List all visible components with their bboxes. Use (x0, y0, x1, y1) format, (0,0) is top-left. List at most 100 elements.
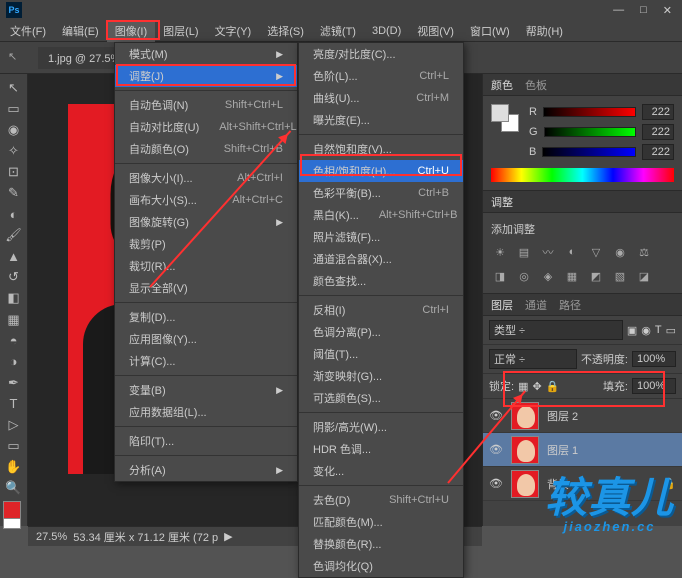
eyedropper-tool[interactable]: ✎ (3, 183, 25, 202)
menu-auto-tone[interactable]: 自动色调(N)Shift+Ctrl+L (115, 94, 297, 116)
adj-bw-icon[interactable]: ◨ (491, 267, 509, 285)
menu-image[interactable]: 图像(I) (107, 20, 155, 42)
layer-filter-type[interactable]: 类型 ÷ (489, 320, 623, 340)
tool-preset-icon[interactable]: ↖ (8, 50, 24, 66)
marquee-tool[interactable]: ▭ (3, 99, 25, 118)
dodge-tool[interactable]: ◑ (3, 352, 25, 371)
layer-row[interactable]: 👁 图层 1 (483, 433, 682, 467)
menu-window[interactable]: 窗口(W) (462, 20, 518, 42)
lock-all-icon[interactable]: 🔒 (546, 380, 560, 393)
menu-match-color[interactable]: 匹配颜色(M)... (299, 511, 463, 533)
g-slider[interactable] (544, 127, 636, 137)
zoom-tool[interactable]: 🔍 (3, 479, 25, 498)
menu-levels[interactable]: 色阶(L)...Ctrl+L (299, 65, 463, 87)
adj-curves-icon[interactable]: 〰 (539, 243, 557, 261)
adj-invert-icon[interactable]: ◩ (587, 267, 605, 285)
b-value[interactable]: 222 (642, 144, 674, 160)
pen-tool[interactable]: ✒ (3, 373, 25, 392)
menu-shadows-highlights[interactable]: 阴影/高光(W)... (299, 416, 463, 438)
menu-gradient-map[interactable]: 渐变映射(G)... (299, 365, 463, 387)
menu-analysis[interactable]: 分析(A)▶ (115, 459, 297, 481)
menu-exposure[interactable]: 曝光度(E)... (299, 109, 463, 131)
brush-tool[interactable]: 🖌 (3, 226, 25, 245)
adj-mixer-icon[interactable]: ◈ (539, 267, 557, 285)
tab-adjustments[interactable]: 调整 (491, 194, 513, 210)
menu-apply-image[interactable]: 应用图像(Y)... (115, 328, 297, 350)
eraser-tool[interactable]: ◧ (3, 289, 25, 308)
filter-icon[interactable]: T (655, 324, 662, 336)
menu-calculations[interactable]: 计算(C)... (115, 350, 297, 372)
lasso-tool[interactable]: ◉ (3, 120, 25, 139)
filter-icon[interactable]: ▭ (666, 324, 676, 337)
menu-photo-filter[interactable]: 照片滤镜(F)... (299, 226, 463, 248)
fill-value[interactable]: 100% (632, 378, 676, 394)
wand-tool[interactable]: ✧ (3, 141, 25, 160)
adj-balance-icon[interactable]: ⚖ (635, 243, 653, 261)
status-arrow-icon[interactable]: ▶ (224, 530, 232, 543)
path-tool[interactable]: ▷ (3, 416, 25, 435)
menu-color-balance[interactable]: 色彩平衡(B)...Ctrl+B (299, 182, 463, 204)
tab-swatches[interactable]: 色板 (525, 77, 547, 93)
adj-brightness-icon[interactable]: ☀ (491, 243, 509, 261)
history-brush-tool[interactable]: ↺ (3, 268, 25, 287)
adj-lookup-icon[interactable]: ▦ (563, 267, 581, 285)
layer-name[interactable]: 图层 2 (547, 408, 578, 424)
menu-filter[interactable]: 滤镜(T) (312, 20, 364, 42)
menu-edit[interactable]: 编辑(E) (54, 20, 107, 42)
menu-hdr-toning[interactable]: HDR 色调... (299, 438, 463, 460)
menu-auto-contrast[interactable]: 自动对比度(U)Alt+Shift+Ctrl+L (115, 116, 297, 138)
close-button[interactable]: ✕ (659, 4, 676, 17)
menu-black-white[interactable]: 黑白(K)...Alt+Shift+Ctrl+B (299, 204, 463, 226)
blur-tool[interactable]: ◓ (3, 331, 25, 350)
adj-vibrance-icon[interactable]: ▽ (587, 243, 605, 261)
menu-equalize[interactable]: 色调均化(Q) (299, 555, 463, 577)
menu-curves[interactable]: 曲线(U)...Ctrl+M (299, 87, 463, 109)
menu-canvas-size[interactable]: 画布大小(S)...Alt+Ctrl+C (115, 189, 297, 211)
layer-name[interactable]: 图层 1 (547, 442, 578, 458)
type-tool[interactable]: T (3, 394, 25, 413)
maximize-button[interactable]: □ (636, 4, 651, 17)
menu-duplicate[interactable]: 复制(D)... (115, 306, 297, 328)
menu-threshold[interactable]: 阈值(T)... (299, 343, 463, 365)
menu-color-lookup[interactable]: 颜色查找... (299, 270, 463, 292)
stamp-tool[interactable]: ▲ (3, 247, 25, 266)
menu-variables[interactable]: 变量(B)▶ (115, 379, 297, 401)
r-slider[interactable] (543, 107, 636, 117)
adj-exposure-icon[interactable]: ◐ (563, 243, 581, 261)
shape-tool[interactable]: ▭ (3, 437, 25, 456)
adj-hue-icon[interactable]: ◉ (611, 243, 629, 261)
adj-levels-icon[interactable]: ▤ (515, 243, 533, 261)
lock-position-icon[interactable]: ✥ (532, 380, 541, 393)
opacity-value[interactable]: 100% (632, 351, 676, 367)
menu-3d[interactable]: 3D(D) (364, 22, 409, 40)
filter-icon[interactable]: ▣ (627, 324, 637, 337)
heal-tool[interactable]: ◐ (3, 205, 25, 224)
menu-desaturate[interactable]: 去色(D)Shift+Ctrl+U (299, 489, 463, 511)
menu-hue-saturation[interactable]: 色相/饱和度(H)...Ctrl+U (299, 160, 463, 182)
menu-type[interactable]: 文字(Y) (207, 20, 260, 42)
b-slider[interactable] (542, 147, 636, 157)
adj-posterize-icon[interactable]: ▧ (611, 267, 629, 285)
menu-layer[interactable]: 图层(L) (155, 20, 206, 42)
menu-invert[interactable]: 反相(I)Ctrl+I (299, 299, 463, 321)
tab-channels[interactable]: 通道 (525, 297, 547, 313)
menu-help[interactable]: 帮助(H) (518, 20, 571, 42)
menu-posterize[interactable]: 色调分离(P)... (299, 321, 463, 343)
visibility-icon[interactable]: 👁 (489, 477, 503, 491)
menu-file[interactable]: 文件(F) (2, 20, 54, 42)
menu-channel-mixer[interactable]: 通道混合器(X)... (299, 248, 463, 270)
menu-vibrance[interactable]: 自然饱和度(V)... (299, 138, 463, 160)
menu-selective-color[interactable]: 可选颜色(S)... (299, 387, 463, 409)
visibility-icon[interactable]: 👁 (489, 443, 503, 457)
adj-threshold-icon[interactable]: ◪ (635, 267, 653, 285)
blend-mode[interactable]: 正常 ÷ (489, 349, 577, 369)
tab-paths[interactable]: 路径 (559, 297, 581, 313)
r-value[interactable]: 222 (642, 104, 674, 120)
menu-select[interactable]: 选择(S) (259, 20, 312, 42)
crop-tool[interactable]: ⊡ (3, 162, 25, 181)
menu-replace-color[interactable]: 替换颜色(R)... (299, 533, 463, 555)
spectrum-bar[interactable] (491, 168, 674, 182)
g-value[interactable]: 222 (642, 124, 674, 140)
move-tool[interactable]: ↖ (3, 78, 25, 97)
menu-brightness-contrast[interactable]: 亮度/对比度(C)... (299, 43, 463, 65)
